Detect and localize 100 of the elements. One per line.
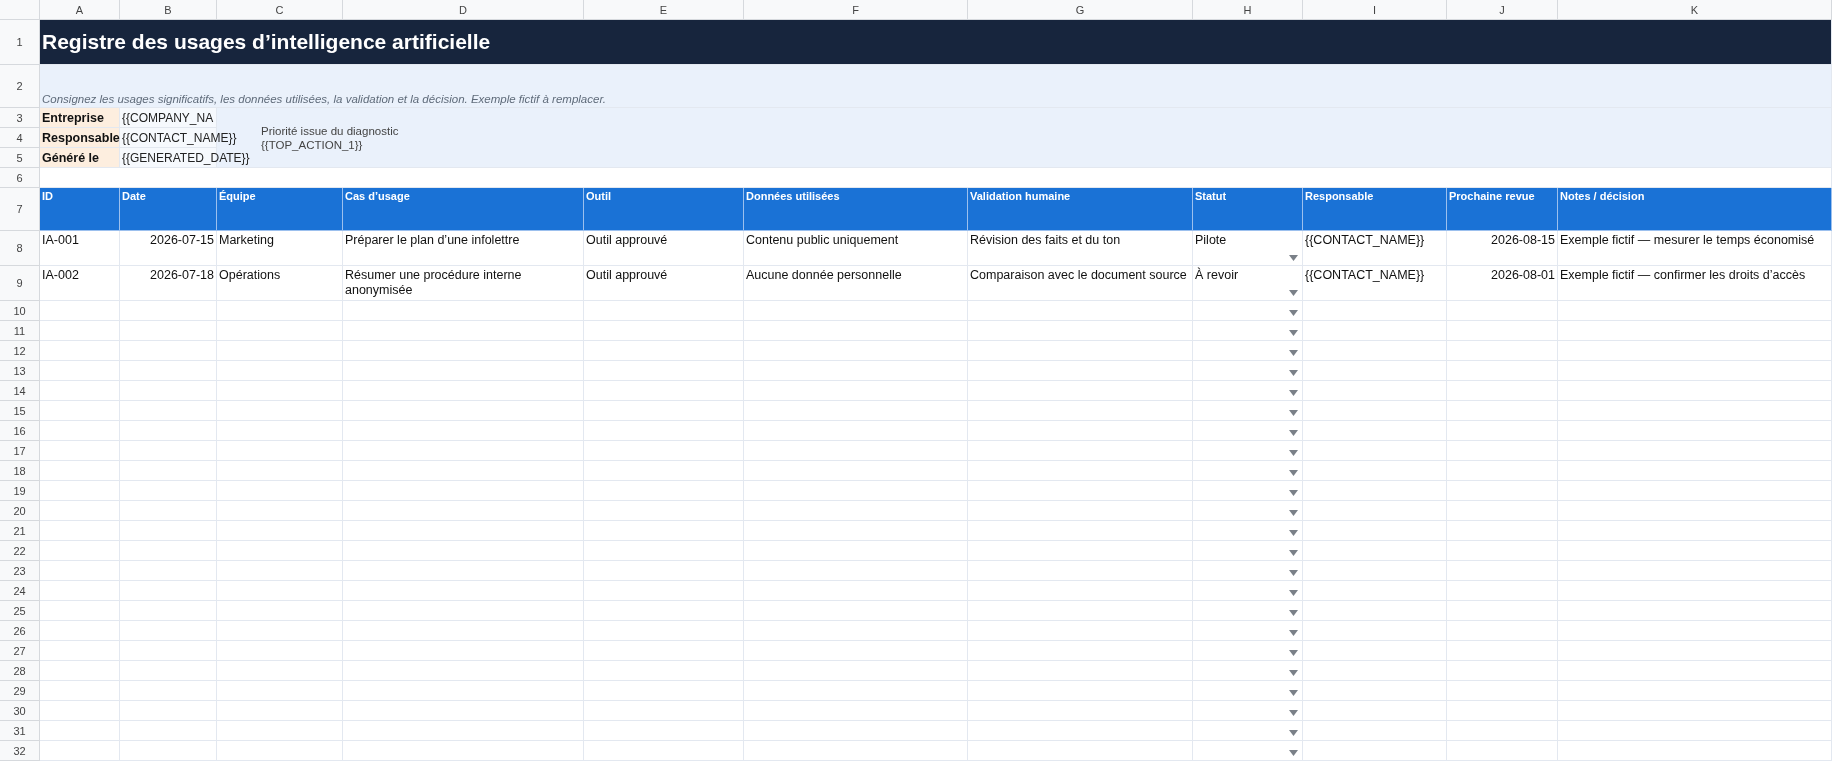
row-number[interactable]: 18	[0, 461, 40, 481]
dropdown-arrow-icon[interactable]	[1289, 510, 1298, 516]
table-cell: 2026-07-18	[120, 266, 217, 301]
dropdown-arrow-icon[interactable]	[1289, 330, 1298, 336]
dropdown-arrow-icon[interactable]	[1289, 390, 1298, 396]
column-header: Statut	[1193, 188, 1303, 231]
dropdown-arrow-icon[interactable]	[1289, 650, 1298, 656]
dropdown-arrow-icon[interactable]	[1289, 670, 1298, 676]
dropdown-arrow-icon[interactable]	[1289, 290, 1298, 296]
dropdown-arrow-icon[interactable]	[1289, 630, 1298, 636]
row-number[interactable]: 10	[0, 301, 40, 321]
row-number[interactable]: 31	[0, 721, 40, 741]
column-header: Cas d’usage	[343, 188, 584, 231]
row-number[interactable]: 19	[0, 481, 40, 501]
column-header: ID	[40, 188, 120, 231]
dropdown-arrow-icon[interactable]	[1289, 750, 1298, 756]
table-cell: Exemple fictif — confirmer les droits d’accès	[1558, 266, 1832, 301]
column-letter[interactable]: I	[1303, 0, 1447, 20]
row-number[interactable]: 12	[0, 341, 40, 361]
sheet-title: Registre des usages d’intelligence artificielle	[40, 20, 1832, 65]
column-letter[interactable]: G	[968, 0, 1193, 20]
table-cell: Révision des faits et du ton	[968, 231, 1193, 266]
table-cell: 2026-07-15	[120, 231, 217, 266]
column-header: Outil	[584, 188, 744, 231]
dropdown-arrow-icon[interactable]	[1289, 370, 1298, 376]
status-dropdown[interactable]: À revoir	[1193, 266, 1303, 301]
row-number[interactable]: 28	[0, 661, 40, 681]
dropdown-arrow-icon[interactable]	[1289, 470, 1298, 476]
dropdown-arrow-icon[interactable]	[1289, 410, 1298, 416]
dropdown-arrow-icon[interactable]	[1289, 590, 1298, 596]
field-value: {{CONTACT_NAME}}	[122, 130, 237, 145]
row-number[interactable]: 17	[0, 441, 40, 461]
column-letter[interactable]: K	[1558, 0, 1832, 20]
row-number[interactable]: 30	[0, 701, 40, 721]
dropdown-arrow-icon[interactable]	[1289, 430, 1298, 436]
table-cell: IA-002	[40, 266, 120, 301]
row-number[interactable]: 25	[0, 601, 40, 621]
column-letter[interactable]: D	[343, 0, 584, 20]
column-letter[interactable]: H	[1193, 0, 1303, 20]
priority-note: Priorité issue du diagnostic {{TOP_ACTION_1}}	[261, 123, 400, 152]
column-header: Responsable	[1303, 188, 1447, 231]
field-value: {{GENERATED_DATE}}	[122, 150, 250, 165]
row-number[interactable]: 7	[0, 188, 40, 231]
column-header: Données utilisées	[744, 188, 968, 231]
row-number[interactable]: 4	[0, 128, 40, 148]
column-header: Notes / décision	[1558, 188, 1832, 231]
table-cell: IA-001	[40, 231, 120, 266]
dropdown-arrow-icon[interactable]	[1289, 310, 1298, 316]
table-cell: {{CONTACT_NAME}}	[1303, 266, 1447, 301]
column-letter[interactable]: E	[584, 0, 744, 20]
table-cell: Aucune donnée personnelle	[744, 266, 968, 301]
table-cell: 2026-08-15	[1447, 231, 1558, 266]
row-number[interactable]: 14	[0, 381, 40, 401]
row-number[interactable]: 15	[0, 401, 40, 421]
row-number[interactable]: 1	[0, 20, 40, 65]
row-number[interactable]: 8	[0, 231, 40, 266]
column-letter[interactable]: J	[1447, 0, 1558, 20]
dropdown-arrow-icon[interactable]	[1289, 730, 1298, 736]
row-number[interactable]: 22	[0, 541, 40, 561]
field-label: Entreprise	[40, 108, 120, 128]
dropdown-arrow-icon[interactable]	[1289, 490, 1298, 496]
dropdown-arrow-icon[interactable]	[1289, 255, 1298, 261]
row-number[interactable]: 23	[0, 561, 40, 581]
row-number[interactable]: 29	[0, 681, 40, 701]
row-number[interactable]: 20	[0, 501, 40, 521]
dropdown-arrow-icon[interactable]	[1289, 550, 1298, 556]
dropdown-arrow-icon[interactable]	[1289, 450, 1298, 456]
row-number[interactable]: 3	[0, 108, 40, 128]
dropdown-arrow-icon[interactable]	[1289, 530, 1298, 536]
table-cell: Outil approuvé	[584, 231, 744, 266]
row-number[interactable]: 26	[0, 621, 40, 641]
table-cell: Préparer le plan d’une infolettre	[343, 231, 584, 266]
dropdown-arrow-icon[interactable]	[1289, 570, 1298, 576]
column-header: Date	[120, 188, 217, 231]
column-header: Équipe	[217, 188, 343, 231]
column-letter[interactable]: F	[744, 0, 968, 20]
dropdown-arrow-icon[interactable]	[1289, 350, 1298, 356]
row-number[interactable]: 11	[0, 321, 40, 341]
column-letter[interactable]: B	[120, 0, 217, 20]
row-number[interactable]: 27	[0, 641, 40, 661]
column-header: Validation humaine	[968, 188, 1193, 231]
row-number[interactable]: 2	[0, 65, 40, 108]
row-number[interactable]: 13	[0, 361, 40, 381]
table-cell: 2026-08-01	[1447, 266, 1558, 301]
row-number[interactable]: 16	[0, 421, 40, 441]
dropdown-arrow-icon[interactable]	[1289, 610, 1298, 616]
row-number[interactable]: 9	[0, 266, 40, 301]
table-cell: Contenu public uniquement	[744, 231, 968, 266]
row-number[interactable]: 24	[0, 581, 40, 601]
row-number[interactable]: 5	[0, 148, 40, 168]
row-number[interactable]: 6	[0, 168, 40, 188]
status-dropdown[interactable]: Pilote	[1193, 231, 1303, 266]
dropdown-arrow-icon[interactable]	[1289, 690, 1298, 696]
dropdown-arrow-icon[interactable]	[1289, 710, 1298, 716]
table-cell: Outil approuvé	[584, 266, 744, 301]
row-number[interactable]: 21	[0, 521, 40, 541]
field-label: Responsable	[40, 128, 120, 148]
row-number[interactable]: 32	[0, 741, 40, 761]
column-letter[interactable]: A	[40, 0, 120, 20]
column-letter[interactable]: C	[217, 0, 343, 20]
